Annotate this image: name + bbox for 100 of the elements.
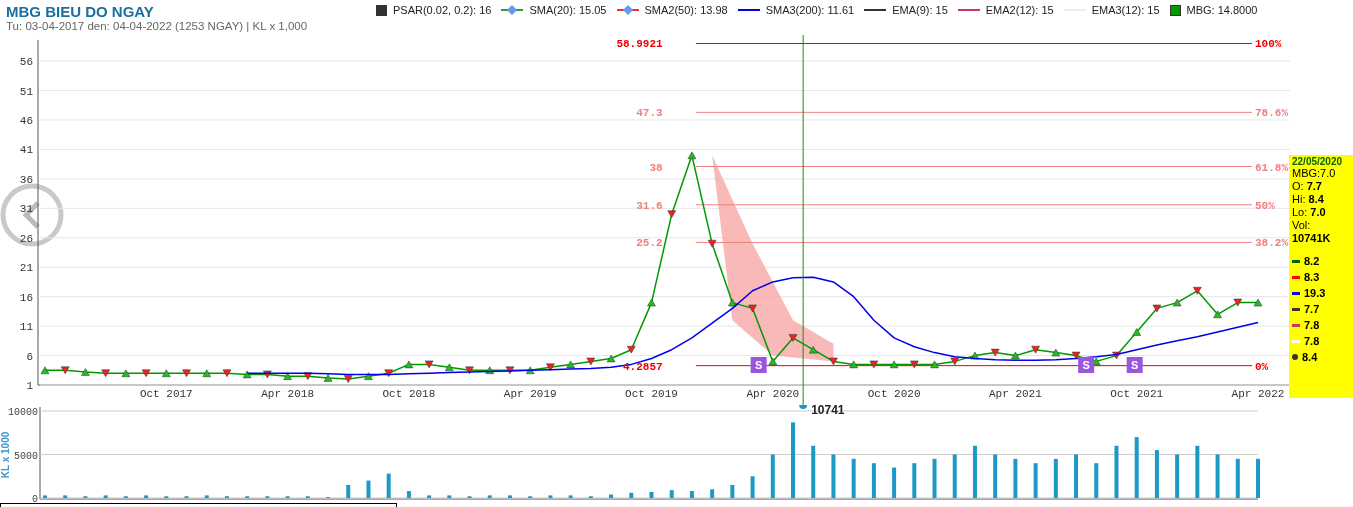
legend-label: MBG: 14.8000 [1186,4,1258,16]
fibonacci-percent: 100% [1255,38,1282,51]
volume-bar [993,454,998,498]
volume-bar [508,495,512,498]
y-tick-label: 5000 [14,450,38,462]
volume-bar [1074,454,1079,498]
chevron-circle-icon[interactable] [0,183,64,247]
fibonacci-value: 31.6 [636,199,663,212]
volume-bar [871,463,876,498]
fibonacci-value: 47.3 [636,107,663,120]
signal-marker: S [750,357,767,373]
volume-bar [386,473,391,498]
y-tick-label: 46 [19,115,33,127]
axis-title: KL x 1000 [0,431,11,479]
y-tick-label: 21 [19,262,33,275]
volume-bar [770,454,775,498]
volume-bar [487,495,492,498]
y-tick-label: 41 [19,144,33,157]
volume-bar [366,480,371,498]
fibonacci-percent: 0% [1255,360,1269,373]
fibonacci-value: 25.2 [636,237,663,250]
legend-label: EMA3(12): 15 [1091,4,1160,16]
chart-subtitle: Tu: 03-04-2017 den: 04-04-2022 (1253 NGAY) | KL x 1,000 [6,20,309,32]
x-tick-label: Apr 2018 [261,388,314,400]
tooltip-field: Lo: 7.0 [1292,206,1350,219]
fibonacci-percent: 61.8% [1255,161,1288,174]
x-tick-label: Apr 2021 [989,388,1042,400]
signal-marker: S [1078,357,1095,373]
x-tick-label: Oct 2019 [625,388,678,400]
x-tick-label: Apr 2020 [746,388,800,400]
y-tick-label: 31 [19,203,33,216]
tooltip-symbol: MBG:7.0 [1292,167,1337,180]
y-tick-label: 26 [19,232,33,245]
legend-label: EMA2(12): 15 [985,4,1054,16]
legend-label: EMA(9): 15 [892,4,948,16]
volume-bar [1114,445,1119,498]
tooltip-reading: 7.8 [1304,334,1320,349]
volume-bar [1053,458,1058,498]
chart-title: MBG BIEU DO NGAY [6,4,155,20]
y-tick-label: 10000 [8,407,38,418]
volume-bar [851,458,856,498]
volume-bar [972,445,977,498]
volume-bar [649,491,654,498]
legend-label: PSAR(0.02, 0.2): 16 [393,4,492,16]
y-tick-label: 0 [32,494,38,503]
x-tick-label: Oct 2018 [382,388,436,400]
x-tick-label: Apr 2019 [503,388,557,400]
tooltip-reading: 8.4 [1302,350,1318,365]
volume-bar [1134,437,1139,498]
volume-bar [346,484,351,498]
volume-bar [1175,454,1180,498]
fibonacci-percent: 38.2% [1255,237,1288,250]
volume-bar [1195,445,1200,498]
volume-bar [750,476,755,498]
volume-bar [144,495,149,498]
tooltip-field: Hi: 8.4 [1292,193,1350,206]
volume-bar [1235,458,1240,498]
volume-bar [932,458,937,498]
x-tick-label: Oct 2020 [867,388,921,400]
volume-bar [1256,458,1260,498]
tooltip-field: Vol: 10741K [1292,219,1350,245]
volume-value: 10741 [811,405,845,417]
fibonacci-value: 38 [649,161,663,174]
volume-bar [811,445,816,498]
tooltip-reading: 8.3 [1304,270,1320,285]
tooltip-reading: 19.3 [1304,286,1326,301]
volume-bar [912,463,917,498]
y-tick-label: 56 [19,56,33,69]
volume-bar [689,491,694,498]
y-tick-label: 6 [26,350,33,363]
fibonacci-value: 58.9921 [616,38,663,51]
volume-bar [406,491,411,498]
fibonacci-percent: 50% [1255,199,1275,212]
volume-bar [548,495,553,498]
volume-bar [1013,458,1018,498]
volume-bar [204,495,209,498]
legend-label: SMA2(50): 13.98 [644,4,728,16]
volume-bar [447,495,452,498]
volume-bar [1154,450,1159,498]
fibonacci-value: 4.2857 [623,360,663,373]
tooltip-reading: 7.7 [1304,302,1320,317]
volume-bar [1215,454,1220,498]
legend-label: SMA(20): 15.05 [529,4,607,16]
volume-bar [629,492,634,498]
y-tick-label: 51 [19,85,33,98]
volume-bar [710,489,715,498]
volume-bar [43,495,47,498]
y-tick-label: 16 [19,291,33,304]
volume-bar [568,495,573,498]
y-tick-label: 36 [19,173,33,186]
volume-bar [103,495,108,498]
volume-bar [427,495,432,498]
volume-bar [1033,463,1038,498]
tooltip-reading: 8.2 [1304,254,1320,269]
y-tick-label: 1 [26,380,33,392]
tooltip-date: 22/05/2020 [1292,156,1344,167]
volume-bar [952,454,957,498]
signal-marker: S [1126,357,1143,373]
volume-bar [831,454,836,498]
y-tick-label: 11 [19,321,33,334]
